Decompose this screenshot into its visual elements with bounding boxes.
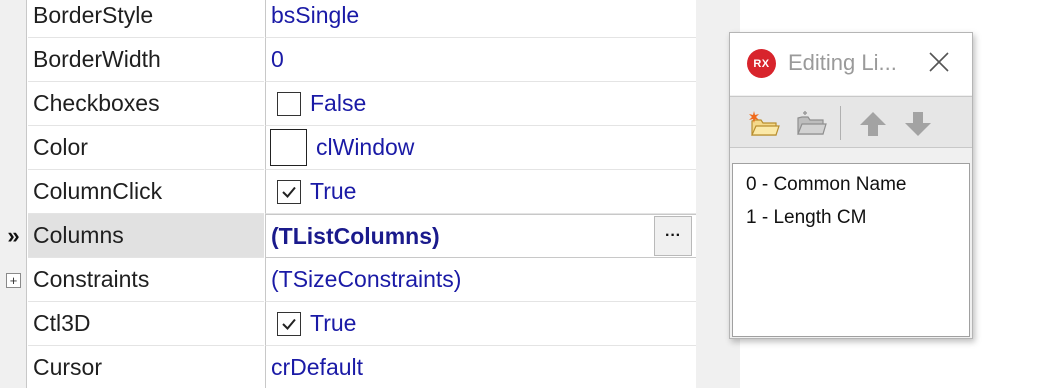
property-value-text: (TSizeConstraints) xyxy=(271,266,462,292)
property-value-text: (TListColumns) xyxy=(271,222,440,249)
property-row-checkboxes[interactable]: Checkboxes False xyxy=(0,82,696,126)
property-value[interactable]: 0 xyxy=(265,38,696,82)
checked-checkbox[interactable] xyxy=(277,179,301,204)
list-item[interactable]: 1 - Length CM xyxy=(746,207,866,229)
editor-titlebar[interactable]: RX Editing Li... xyxy=(730,33,972,95)
property-value[interactable]: clWindow xyxy=(265,126,696,170)
property-row-constraints[interactable]: + Constraints (TSizeConstraints) xyxy=(0,258,696,302)
property-value-text: True xyxy=(310,178,357,204)
selected-row-marker-icon: » xyxy=(7,223,20,248)
property-value[interactable]: crDefault xyxy=(265,346,696,388)
property-row-ctl3d[interactable]: Ctl3D True xyxy=(0,302,696,346)
property-name: BorderWidth xyxy=(28,38,264,82)
delete-item-icon[interactable] xyxy=(794,109,828,139)
property-value[interactable]: False xyxy=(265,82,696,126)
property-value[interactable]: True xyxy=(265,170,696,214)
window-title: Editing Li... xyxy=(788,50,897,75)
property-value[interactable]: True xyxy=(265,302,696,346)
collection-editor-window[interactable]: RX Editing Li... 0 - Common Name 1 - Len… xyxy=(729,32,973,339)
property-row-color[interactable]: Color clWindow xyxy=(0,126,696,170)
move-down-icon[interactable] xyxy=(901,109,935,139)
move-up-icon[interactable] xyxy=(856,109,890,139)
editor-toolbar xyxy=(730,96,972,148)
property-name: Constraints xyxy=(28,258,264,302)
checked-checkbox[interactable] xyxy=(277,311,301,336)
app-logo-icon: RX xyxy=(747,49,776,78)
property-value[interactable]: (TSizeConstraints) xyxy=(265,258,696,302)
property-value-text: True xyxy=(310,310,357,336)
property-value-text: bsSingle xyxy=(271,2,360,28)
property-row-columns[interactable]: » Columns (TListColumns) ··· xyxy=(0,214,696,258)
unchecked-checkbox[interactable] xyxy=(277,91,301,116)
property-value-text: clWindow xyxy=(316,134,415,160)
property-value-text: crDefault xyxy=(271,354,364,380)
list-item[interactable]: 0 - Common Name xyxy=(746,174,907,196)
property-name: Color xyxy=(28,126,264,170)
property-value-text: 0 xyxy=(271,46,284,72)
property-name: Ctl3D xyxy=(28,302,264,346)
property-name: Cursor xyxy=(28,346,264,388)
add-item-icon[interactable] xyxy=(746,109,780,139)
property-value[interactable]: (TListColumns) ··· xyxy=(265,214,696,258)
checkmark-icon xyxy=(282,318,296,330)
close-icon[interactable] xyxy=(926,49,952,75)
items-listbox[interactable]: 0 - Common Name 1 - Length CM xyxy=(732,163,970,337)
property-value-text: False xyxy=(310,90,367,116)
color-swatch xyxy=(270,129,307,166)
property-value[interactable]: bsSingle xyxy=(265,0,696,38)
property-name: Checkboxes xyxy=(28,82,264,126)
toolbar-separator xyxy=(840,106,841,140)
property-name: ColumnClick xyxy=(28,170,264,214)
property-row-borderstyle[interactable]: BorderStyle bsSingle xyxy=(0,0,696,38)
property-name: BorderStyle xyxy=(28,0,264,38)
property-row-borderwidth[interactable]: BorderWidth 0 xyxy=(0,38,696,82)
checkmark-icon xyxy=(282,186,296,198)
property-row-cursor[interactable]: Cursor crDefault xyxy=(0,346,696,388)
property-name: Columns xyxy=(28,214,264,258)
ellipsis-button[interactable]: ··· xyxy=(654,216,692,256)
property-row-columnclick[interactable]: ColumnClick True xyxy=(0,170,696,214)
expand-icon[interactable]: + xyxy=(6,272,21,288)
object-inspector: BorderStyle bsSingle BorderWidth 0 Check… xyxy=(0,0,696,388)
